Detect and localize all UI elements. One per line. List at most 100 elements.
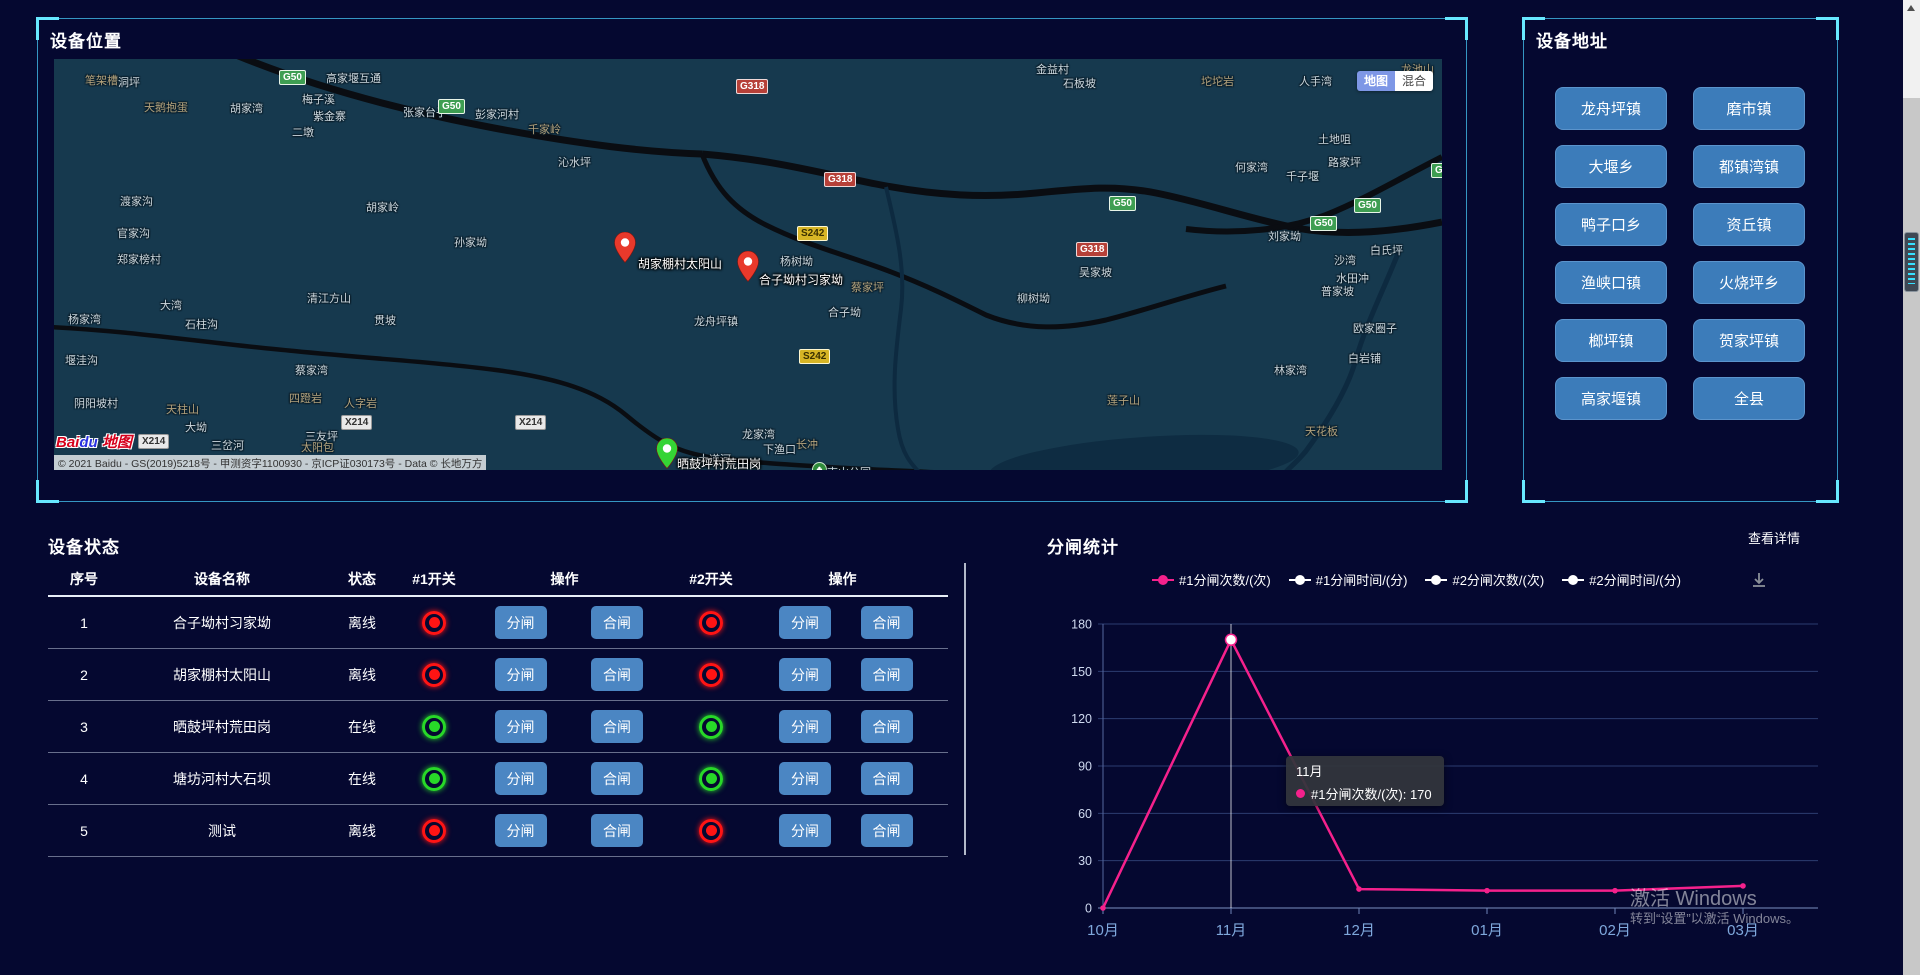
legend-item[interactable]: #1分闸次数/(次): [1152, 570, 1271, 589]
legend-label: #1分闸时间/(分): [1316, 570, 1408, 589]
address-button-榔坪镇[interactable]: 榔坪镇: [1555, 319, 1667, 362]
open-switch-button[interactable]: 分闸: [779, 814, 831, 847]
legend-label: #1分闸次数/(次): [1179, 570, 1271, 589]
map-place-label: 郑家榜村: [117, 251, 161, 267]
map-place-label: 沙湾: [1334, 252, 1356, 268]
tooltip-value-text: #1分闸次数/(次): 170: [1311, 784, 1432, 803]
map-place-label: 胡家湾: [230, 100, 263, 116]
open-switch-button[interactable]: 分闸: [779, 658, 831, 691]
map-place-label: 欧家圈子: [1353, 320, 1397, 336]
open-switch-button[interactable]: 分闸: [495, 762, 547, 795]
close-switch-button[interactable]: 合闸: [591, 710, 643, 743]
download-icon[interactable]: [1750, 571, 1768, 594]
open-switch-button[interactable]: 分闸: [779, 606, 831, 639]
map-place-label: 洞坪: [118, 74, 140, 90]
scrollbar-thumb[interactable]: [1904, 232, 1919, 292]
close-switch-button[interactable]: 合闸: [861, 762, 913, 795]
close-switch-button[interactable]: 合闸: [591, 762, 643, 795]
address-button-磨市镇[interactable]: 磨市镇: [1693, 87, 1805, 130]
legend-item[interactable]: #2分闸次数/(次): [1425, 570, 1544, 589]
map-place-label: 二墩: [292, 124, 314, 140]
map-place-label: 石柱沟: [185, 316, 218, 332]
map-place-label: 沁水坪: [558, 154, 591, 170]
device-marker-pin[interactable]: [656, 438, 678, 469]
map-place-label: 何家湾: [1235, 159, 1268, 175]
road-badge-x214: X214: [138, 434, 169, 449]
address-button-都镇湾镇[interactable]: 都镇湾镇: [1693, 145, 1805, 188]
table-row: 5测试离线分闸合闸分闸合闸: [48, 805, 948, 857]
legend-marker-icon: [1425, 575, 1447, 585]
close-switch-button[interactable]: 合闸: [591, 814, 643, 847]
chart-legend: #1分闸次数/(次) #1分闸时间/(分) #2分闸次数/(次) #2分闸时间/(分): [1152, 570, 1681, 589]
map-place-label: 阴阳坡村: [74, 395, 118, 411]
open-switch-button[interactable]: 分闸: [779, 710, 831, 743]
close-switch-button[interactable]: 合闸: [861, 606, 913, 639]
map-place-label: 白氏坪: [1370, 242, 1403, 258]
map-place-label: 堰洼沟: [65, 352, 98, 368]
table-row: 4塘坊河村大石坝在线分闸合闸分闸合闸: [48, 753, 948, 805]
open-switch-button[interactable]: 分闸: [495, 658, 547, 691]
address-button-龙舟坪镇[interactable]: 龙舟坪镇: [1555, 87, 1667, 130]
address-button-鸭子口乡[interactable]: 鸭子口乡: [1555, 203, 1667, 246]
address-button-大堰乡[interactable]: 大堰乡: [1555, 145, 1667, 188]
legend-marker-icon: [1562, 575, 1584, 585]
map-place-label: 紫金寨: [313, 108, 346, 124]
table-header-cell: #1开关: [400, 569, 468, 589]
address-button-资丘镇[interactable]: 资丘镇: [1693, 203, 1805, 246]
map-place-label: 天柱山: [166, 401, 199, 417]
map-type-hybrid[interactable]: 混合: [1395, 71, 1433, 91]
close-switch-button[interactable]: 合闸: [591, 658, 643, 691]
map-place-label: 蔡家湾: [295, 362, 328, 378]
device-marker-pin[interactable]: [737, 251, 759, 282]
table-cell: 4: [48, 771, 120, 787]
road-badge-x214: X214: [515, 415, 546, 430]
switch-status-indicator-red: [699, 819, 723, 843]
map-place-label: 杨树坳: [780, 253, 813, 269]
close-switch-button[interactable]: 合闸: [861, 814, 913, 847]
table-cell: 离线: [324, 613, 400, 633]
open-switch-button[interactable]: 分闸: [495, 814, 547, 847]
road-badge-g50: G50: [279, 70, 306, 85]
map-place-label: 白岩铺: [1348, 350, 1381, 366]
table-cell: 3: [48, 719, 120, 735]
legend-item[interactable]: #1分闸时间/(分): [1289, 570, 1408, 589]
baidu-map[interactable]: 笔架槽洞坪天鹅抱蛋胡家湾高家堰互通梅子溪紫金寨二墩张家台子彭家河村千家岭沁水坪胡…: [54, 59, 1442, 470]
address-button-全县[interactable]: 全县: [1693, 377, 1805, 420]
table-cell: 测试: [120, 821, 324, 841]
open-switch-button[interactable]: 分闸: [495, 606, 547, 639]
address-button-贺家坪镇[interactable]: 贺家坪镇: [1693, 319, 1805, 362]
close-switch-button[interactable]: 合闸: [861, 710, 913, 743]
road-badge-g318: G318: [824, 172, 856, 187]
map-place-label: 四蹬岩: [289, 390, 322, 406]
address-button-渔峡口镇[interactable]: 渔峡口镇: [1555, 261, 1667, 304]
table-cell: 2: [48, 667, 120, 683]
chart-tooltip: 11月 #1分闸次数/(次): 170: [1286, 756, 1444, 806]
road-badge-g318: G318: [736, 79, 768, 94]
table-cell: 塘坊河村大石坝: [120, 769, 324, 789]
switch-status-indicator-red: [699, 663, 723, 687]
open-switch-button[interactable]: 分闸: [779, 762, 831, 795]
address-button-火烧坪乡[interactable]: 火烧坪乡: [1693, 261, 1805, 304]
close-switch-button[interactable]: 合闸: [591, 606, 643, 639]
open-switch-button[interactable]: 分闸: [495, 710, 547, 743]
svg-text:90: 90: [1078, 760, 1092, 774]
map-type-normal[interactable]: 地图: [1357, 71, 1395, 91]
map-place-label: 高家堰互通: [326, 70, 381, 86]
map-type-toggle: 地图 混合: [1357, 71, 1433, 91]
baidu-logo-du: du: [79, 434, 97, 451]
corner-decoration: [1522, 480, 1545, 503]
scrollbar-up-arrow-icon[interactable]: [1907, 5, 1915, 11]
table-cell: 离线: [324, 821, 400, 841]
windows-activate-watermark-line2: 转到“设置”以激活 Windows。: [1630, 908, 1799, 927]
address-button-高家堰镇[interactable]: 高家堰镇: [1555, 377, 1667, 420]
legend-item[interactable]: #2分闸时间/(分): [1562, 570, 1681, 589]
scrollbar-top-cap: [1903, 0, 1920, 98]
view-details-link[interactable]: 查看详情: [1748, 528, 1800, 547]
device-status-table: 序号设备名称状态#1开关操作#2开关操作1合子坳村习家坳离线分闸合闸分闸合闸2胡…: [48, 562, 948, 857]
device-marker-pin[interactable]: [614, 232, 636, 263]
road-badge-g50: G50: [1310, 216, 1337, 231]
road-badge-x214: X214: [341, 415, 372, 430]
table-header-cell: 操作: [761, 569, 924, 589]
close-switch-button[interactable]: 合闸: [861, 658, 913, 691]
page-scrollbar[interactable]: [1903, 0, 1920, 975]
